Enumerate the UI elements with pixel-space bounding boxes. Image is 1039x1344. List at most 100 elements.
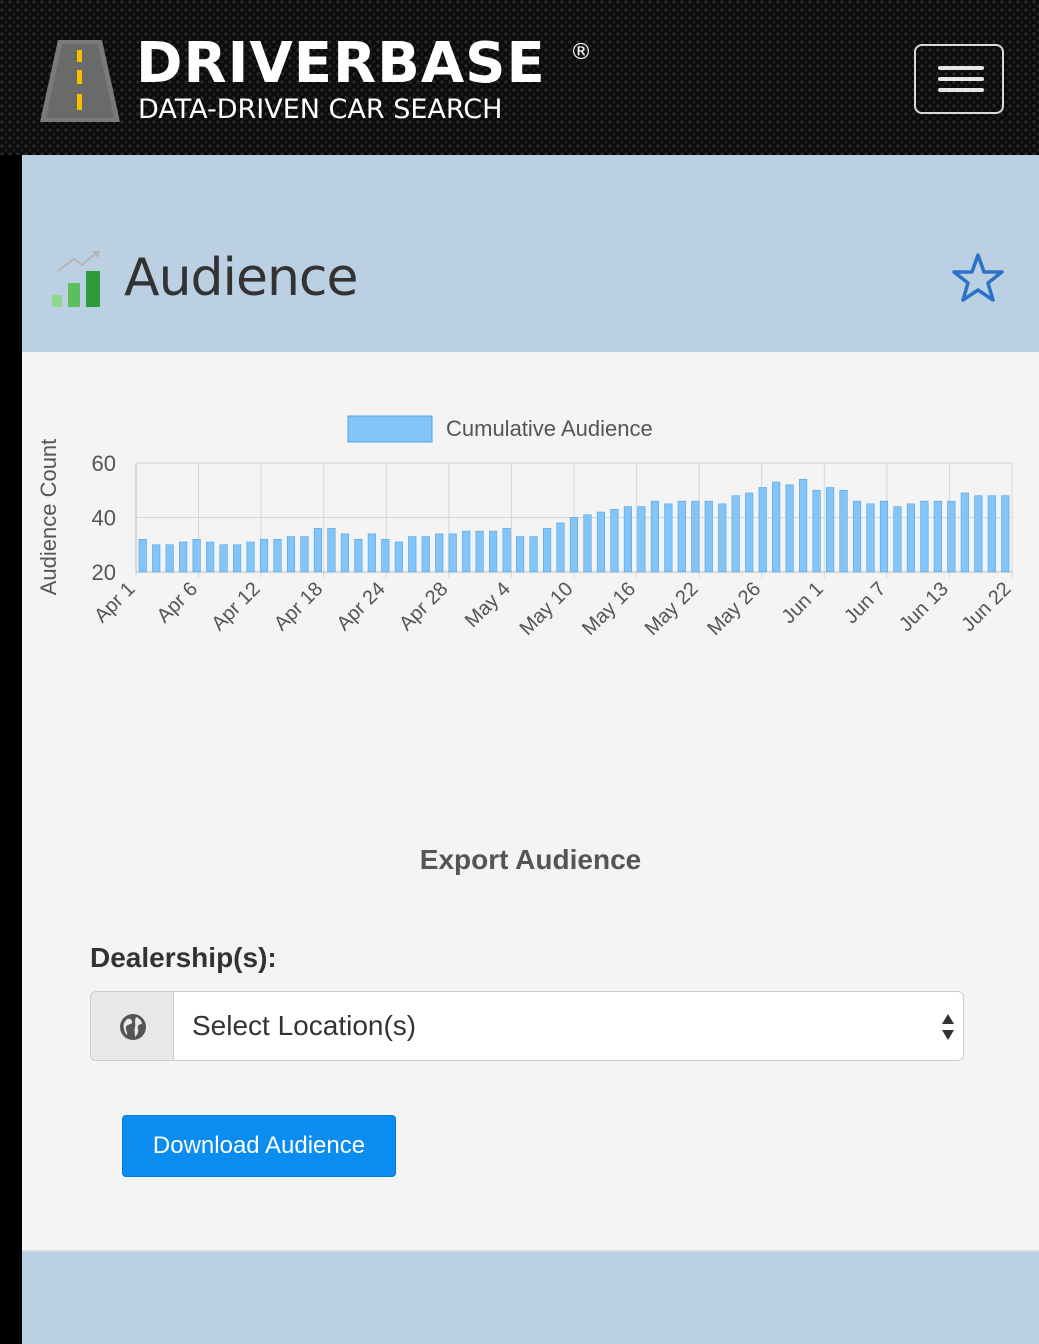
chart-bar — [273, 539, 282, 573]
chart-bar — [219, 544, 228, 573]
chart-bar — [529, 536, 538, 573]
chart-bar — [313, 528, 323, 573]
x-tick-label: May 10 — [516, 578, 578, 640]
chart-bar — [785, 484, 794, 573]
chart-bar — [179, 541, 188, 573]
download-audience-button[interactable]: Download Audience — [122, 1115, 396, 1177]
registered-mark: ® — [570, 40, 592, 65]
x-tick-label: Apr 18 — [270, 578, 327, 635]
chart-bar — [960, 492, 969, 573]
chart-bar — [502, 528, 511, 573]
chart-bar — [354, 539, 363, 573]
location-select[interactable]: Select Location(s) — [173, 991, 964, 1061]
chart-bar — [327, 528, 336, 573]
chart-bar — [569, 517, 579, 573]
x-tick-label: May 4 — [461, 578, 515, 632]
legend-swatch — [347, 415, 433, 443]
hamburger-icon — [938, 66, 984, 70]
chart-bar — [408, 536, 417, 573]
y-tick-label: 40 — [92, 506, 116, 531]
brand-tagline: DATA-DRIVEN CAR SEARCH — [138, 94, 503, 125]
hamburger-menu-button[interactable] — [914, 44, 1004, 114]
chart-bar — [300, 536, 309, 573]
y-tick-label: 20 — [92, 560, 116, 585]
x-tick-label: May 26 — [703, 578, 765, 640]
road-logo-icon — [40, 40, 120, 122]
chart-bar — [610, 509, 619, 573]
location-select-value: Select Location(s) — [192, 1010, 417, 1041]
x-tick-label: May 22 — [641, 578, 703, 640]
y-axis-label: Audience Count — [36, 439, 61, 596]
chart-bar — [596, 511, 606, 573]
chart-bar — [718, 503, 727, 573]
chart-bar — [489, 530, 498, 573]
chart-bar — [974, 495, 983, 573]
chart-bar — [367, 533, 376, 573]
chart-bar — [704, 500, 713, 573]
chart-bar — [731, 495, 740, 573]
x-tick-label: Apr 24 — [333, 578, 390, 635]
content-panel: 20 40 60 Apr 1 Apr 6 Apr 12 Apr 18 Apr 24 Apr 28… — [22, 352, 1039, 1250]
section-header: Audience — [22, 155, 1039, 352]
chart-bar — [650, 500, 659, 573]
chart-bar — [138, 539, 147, 573]
chart-bar — [556, 522, 565, 573]
chart-bar — [623, 506, 632, 573]
chart-bar — [462, 530, 471, 573]
x-tick-label: Apr 6 — [153, 578, 202, 627]
chart-bar — [664, 503, 673, 573]
chart-bar — [475, 530, 484, 573]
bar-chart-trend-icon — [52, 251, 100, 307]
chart-bar — [259, 539, 269, 573]
chart-bar — [839, 489, 848, 573]
chart-bar — [381, 539, 390, 573]
x-tick-label: Jun 13 — [895, 578, 953, 636]
chart-bar — [906, 503, 915, 573]
chart-bar — [206, 541, 215, 573]
chart-bar — [772, 481, 781, 573]
chart-bar — [152, 544, 161, 573]
chart-bar — [879, 500, 889, 573]
chart-bar — [1001, 495, 1010, 573]
select-arrows-icon — [942, 1014, 954, 1040]
chart-bar — [799, 479, 808, 573]
audience-chart: 20 40 60 Apr 1 Apr 6 Apr 12 Apr 18 Apr 24 Apr 28… — [36, 415, 1016, 640]
chart-bar — [677, 500, 686, 573]
chart-bar — [233, 544, 242, 573]
chart-bar — [340, 533, 349, 573]
chart-bar — [246, 541, 255, 573]
chart-bar — [691, 500, 700, 573]
x-tick-label: May 16 — [578, 578, 640, 640]
chart-bar — [812, 489, 821, 573]
chart-bar — [758, 487, 767, 573]
legend-label: Cumulative Audience — [446, 416, 653, 441]
chart-bar — [637, 506, 646, 573]
y-tick-label: 60 — [92, 451, 116, 476]
dealership-label: Dealership(s): — [90, 942, 277, 973]
chart-bar — [852, 500, 862, 573]
export-title: Export Audience — [419, 844, 642, 875]
chart-bar — [165, 544, 174, 573]
brand-name: DRIVERBASE — [136, 31, 546, 96]
chart-bar — [286, 536, 296, 573]
chart-bar — [987, 495, 996, 573]
chart-bar — [745, 492, 754, 573]
chart-bar — [421, 536, 430, 573]
chart-bar — [825, 487, 835, 573]
chart-bar — [394, 541, 403, 573]
star-outline-icon[interactable] — [952, 253, 1004, 303]
location-addon — [90, 991, 174, 1061]
x-tick-label: Apr 1 — [90, 578, 139, 627]
x-tick-label: Jun 7 — [840, 578, 890, 628]
x-tick-label: Apr 12 — [207, 578, 264, 635]
chart-bar — [516, 536, 525, 573]
footer-band — [22, 1250, 1039, 1344]
chart-bar — [933, 500, 942, 573]
chart-bar — [192, 539, 201, 573]
chart-bar — [448, 533, 457, 573]
chart-bar — [435, 533, 444, 573]
chart-bar — [866, 503, 875, 573]
chart-bar — [920, 500, 929, 573]
chart-bar — [947, 500, 956, 573]
globe-icon — [120, 1014, 146, 1040]
